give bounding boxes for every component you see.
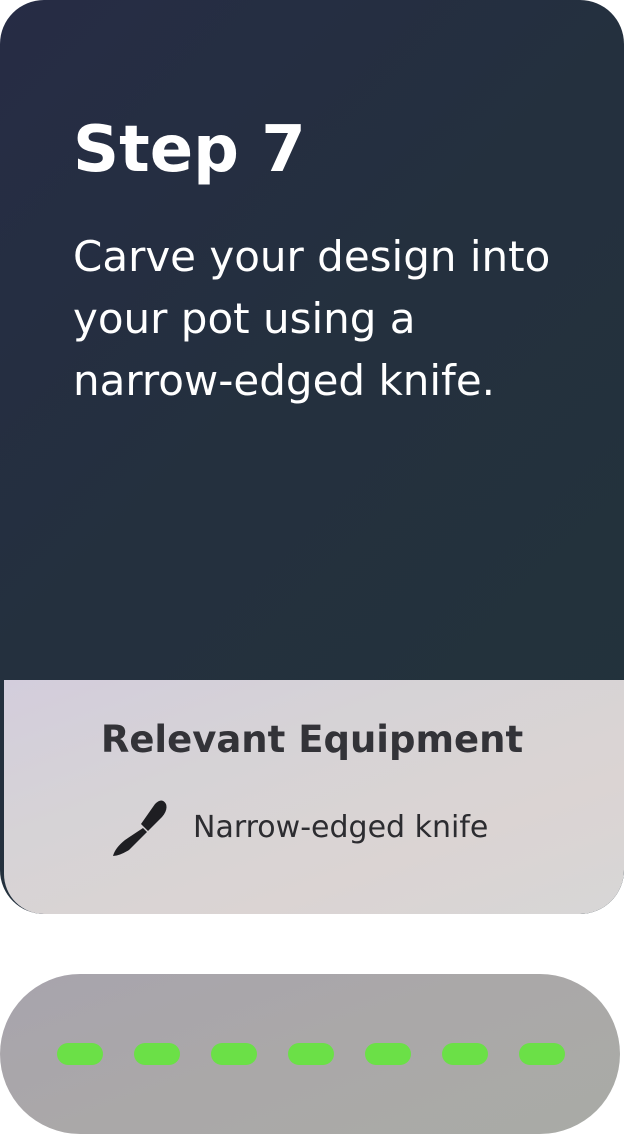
- step-title: Step 7: [73, 113, 306, 187]
- equipment-panel: Relevant Equipment Narrow-edged knife: [4, 680, 624, 914]
- equipment-item-label: Narrow-edged knife: [193, 810, 489, 845]
- equipment-heading: Relevant Equipment: [100, 718, 524, 761]
- progress-indicator: [0, 974, 620, 1134]
- progress-dot-3: [211, 1043, 257, 1065]
- progress-dot-2: [134, 1043, 180, 1065]
- step-card: Step 7 Carve your design into your pot u…: [0, 0, 624, 914]
- knife-icon: [113, 800, 167, 856]
- progress-dot-6: [442, 1043, 488, 1065]
- progress-dot-7: [519, 1043, 565, 1065]
- progress-dot-5: [365, 1043, 411, 1065]
- progress-dot-1: [57, 1043, 103, 1065]
- progress-dots: [57, 1043, 565, 1065]
- progress-dot-4: [288, 1043, 334, 1065]
- equipment-item: Narrow-edged knife: [107, 798, 488, 858]
- step-instruction: Carve your design into your pot using a …: [73, 232, 551, 405]
